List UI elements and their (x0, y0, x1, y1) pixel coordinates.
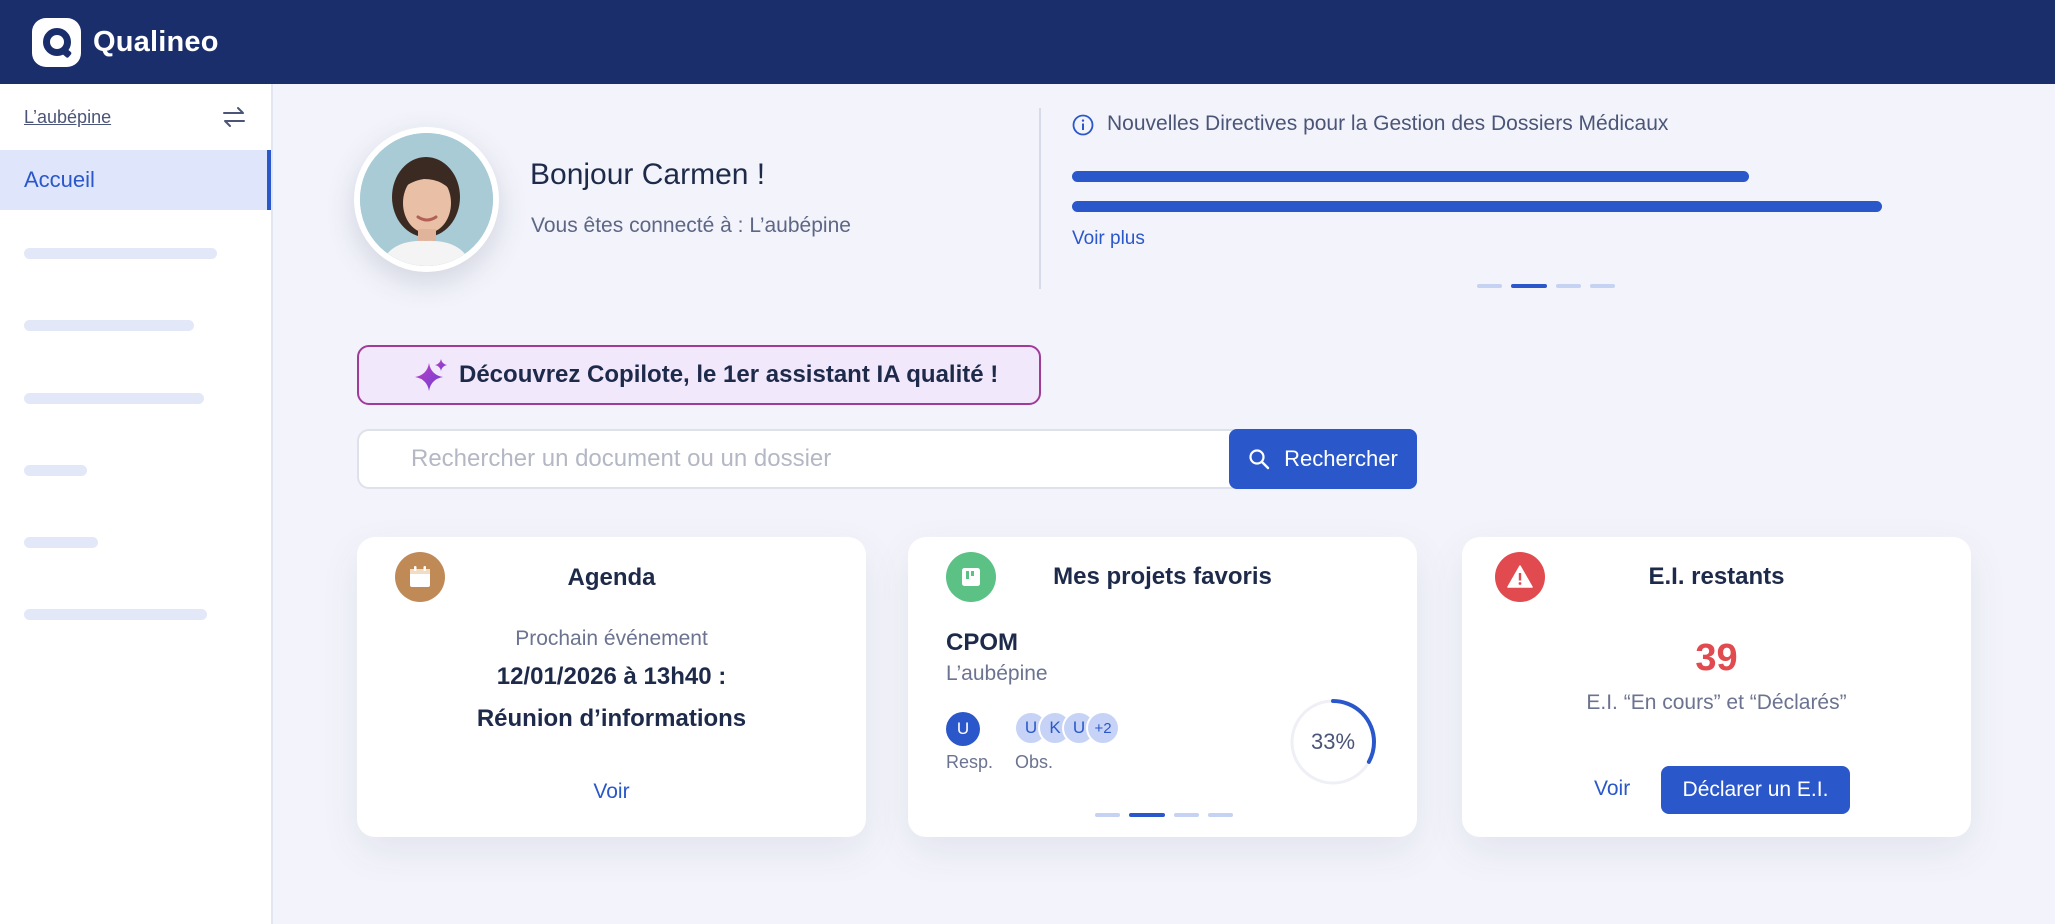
project-name[interactable]: CPOM (946, 629, 1018, 657)
copilote-banner[interactable]: Découvrez Copilote, le 1er assistant IA … (357, 345, 1041, 405)
search-button-label: Rechercher (1284, 446, 1398, 471)
ei-title: E.I. restants (1648, 563, 1785, 590)
responsible-label: Resp. (946, 752, 994, 772)
carousel-dot-active[interactable] (1511, 284, 1547, 288)
sidebar-item-placeholder[interactable] (24, 609, 207, 620)
sidebar-item-placeholder[interactable] (24, 248, 217, 259)
news-title: Nouvelles Directives pour la Gestion des… (1107, 112, 1669, 135)
projects-card: Mes projets favoris CPOM L’aubépine U Re… (908, 537, 1417, 837)
carousel-dot[interactable] (1590, 284, 1615, 288)
agenda-title: Agenda (567, 564, 656, 591)
sidebar-item-placeholder[interactable] (24, 537, 98, 548)
agenda-event-date: 12/01/2026 à 13h40 : (496, 663, 727, 690)
news-content-placeholder (1072, 171, 1749, 182)
search-bar: Rechercher (357, 429, 1417, 489)
carousel-dot[interactable] (1556, 284, 1581, 288)
agenda-card: Agenda Prochain événement 12/01/2026 à 1… (357, 537, 866, 837)
app-name: Qualineo (93, 25, 219, 58)
sidebar-item-placeholder[interactable] (24, 393, 204, 404)
connected-site-text: Vous êtes connecté à : L’aubépine (531, 214, 851, 237)
agenda-event-name: Réunion d’informations (476, 705, 747, 732)
qualineo-logo-icon[interactable] (32, 17, 81, 67)
greeting-heading: Bonjour Carmen ! (530, 158, 766, 191)
info-icon (1072, 114, 1094, 136)
sparkle-icon (415, 359, 447, 391)
sidebar-item-accueil[interactable]: Accueil (0, 150, 271, 210)
carousel-dot[interactable] (1174, 813, 1199, 817)
project-site: L’aubépine (946, 662, 1048, 685)
search-button[interactable]: Rechercher (1229, 429, 1417, 489)
news-voir-plus-link[interactable]: Voir plus (1072, 228, 1145, 250)
divider (1039, 108, 1041, 289)
carousel-dot[interactable] (1095, 813, 1120, 817)
news-carousel-dots (1477, 284, 1615, 288)
declare-ei-button[interactable]: Déclarer un E.I. (1661, 766, 1850, 814)
observer-more-count[interactable]: +2 (1086, 711, 1120, 745)
search-icon (1249, 449, 1270, 470)
projects-title: Mes projets favoris (1053, 563, 1272, 590)
agenda-subtitle: Prochain événement (515, 627, 708, 650)
swap-arrows-icon[interactable] (221, 104, 247, 130)
projects-carousel-dots (1095, 813, 1233, 817)
ei-card: E.I. restants 39 E.I. “En cours” et “Déc… (1462, 537, 1971, 837)
project-progress-text: 33% (1310, 729, 1356, 754)
search-input[interactable] (357, 429, 1237, 489)
ei-count: 39 (1695, 637, 1738, 679)
carousel-dot[interactable] (1477, 284, 1502, 288)
site-name-link[interactable]: L’aubépine (24, 107, 111, 128)
news-content-placeholder (1072, 201, 1882, 212)
ei-voir-link[interactable]: Voir (1594, 777, 1630, 801)
top-bar: Qualineo (0, 0, 2055, 84)
ei-subtitle: E.I. “En cours” et “Déclarés” (1586, 691, 1847, 714)
observers-label: Obs. (1015, 752, 1054, 772)
sidebar-item-placeholder[interactable] (24, 465, 87, 476)
copilote-text: Découvrez Copilote, le 1er assistant IA … (459, 361, 999, 388)
responsible-avatar[interactable]: U (946, 712, 980, 746)
avatar[interactable] (354, 127, 499, 272)
carousel-dot-active[interactable] (1129, 813, 1165, 817)
sidebar: L’aubépine Accueil (0, 84, 273, 924)
sidebar-header: L’aubépine (0, 84, 271, 150)
agenda-voir-link[interactable]: Voir (593, 780, 629, 803)
sidebar-item-placeholder[interactable] (24, 320, 194, 331)
carousel-dot[interactable] (1208, 813, 1233, 817)
